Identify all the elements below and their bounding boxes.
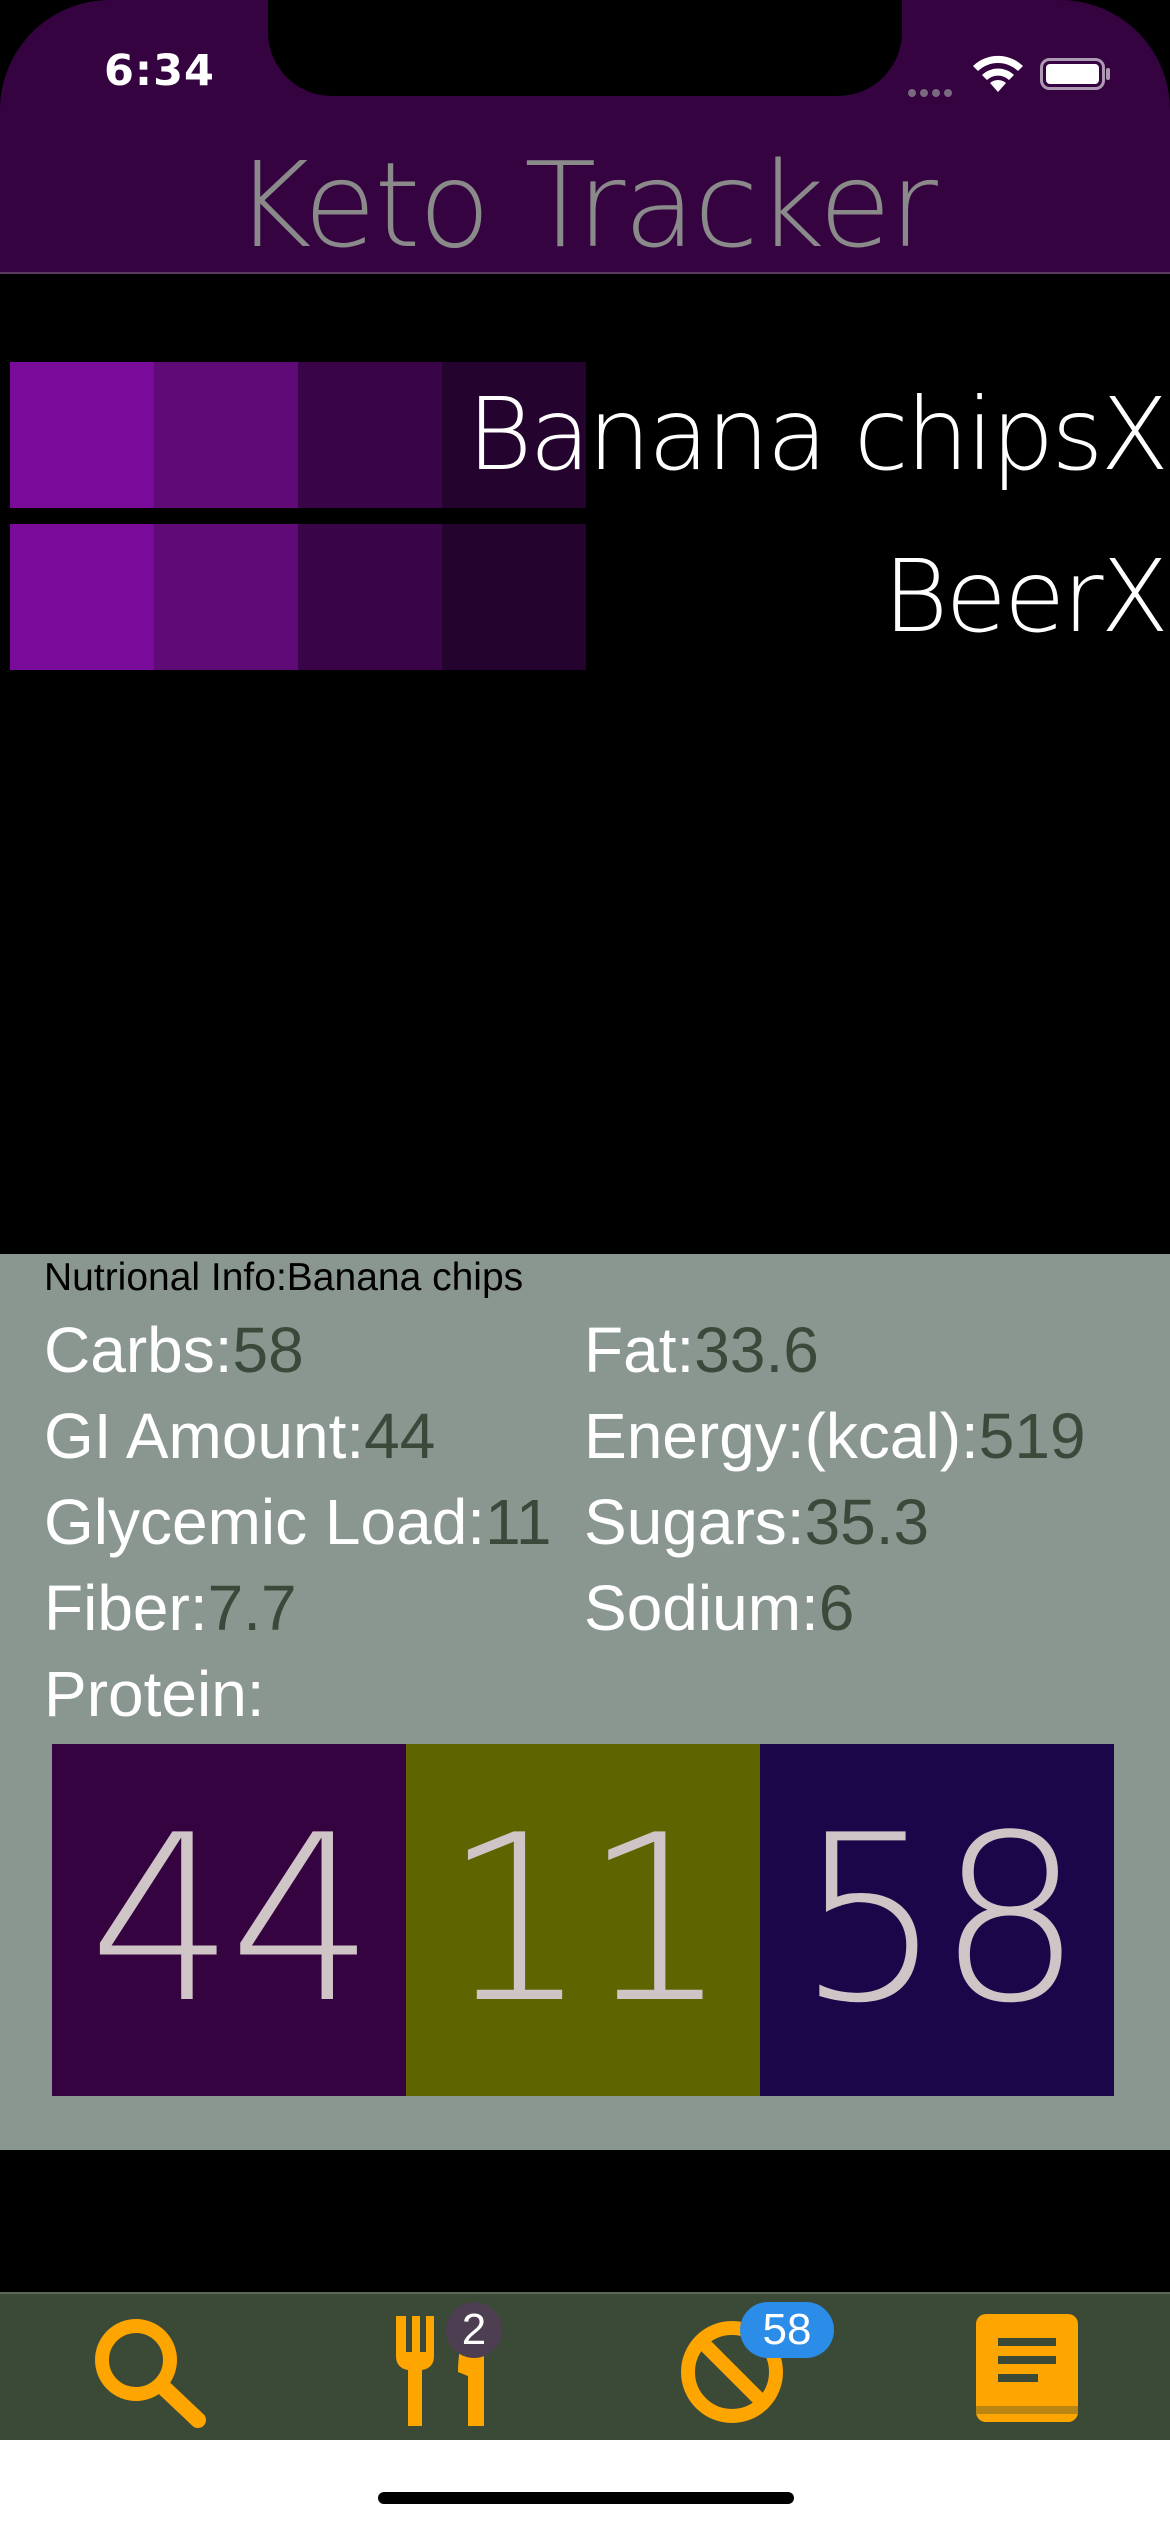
protein-label: Protein: [44,1658,265,1730]
food-name: Banana chips [466,376,1104,493]
food-swatches [10,524,586,670]
fiber-label: Fiber: [44,1572,208,1644]
sugars-label: Sugars: [584,1486,805,1558]
search-icon [95,2319,206,2428]
swatch [10,524,154,670]
food-row[interactable]: Banana chipsX [0,362,1170,510]
device-notch [268,0,902,96]
carbs-row: Carbs:58 [44,1318,304,1382]
gi-value: 44 [364,1400,436,1472]
summary-boxes: 44 11 58 [52,1744,1114,2096]
gl-row: Glycemic Load:11 [44,1490,552,1554]
swatch [442,524,586,670]
sodium-row: Sodium:6 [584,1576,854,1640]
tab-avoid[interactable]: 58 [668,2302,834,2432]
carbs-label: Carbs: [44,1314,233,1386]
gl-summary-box: 11 [406,1744,760,2096]
fat-value: 33.6 [694,1314,819,1386]
app-title: Keto Tracker [234,146,938,272]
book-icon [976,2314,1078,2422]
gl-label: Glycemic Load: [44,1486,486,1558]
sugars-value: 35.3 [804,1486,930,1558]
avoid-badge: 58 [740,2302,834,2358]
wifi-icon [970,52,1026,94]
home-indicator[interactable] [378,2492,794,2504]
food-row[interactable]: BeerX [0,524,1170,672]
fiber-row: Fiber:7.7 [44,1576,297,1640]
gi-label: GI Amount: [44,1400,365,1472]
food-name: Beer [882,538,1104,655]
swatch [154,524,298,670]
sodium-value: 6 [818,1572,855,1644]
swatch [154,362,298,508]
status-time: 6:34 [104,46,215,96]
energy-label: Energy:(kcal): [584,1400,979,1472]
nutrition-title: Nutrional Info:Banana chips [44,1256,524,1299]
sodium-label: Sodium: [584,1572,819,1644]
tab-meals[interactable]: 2 [374,2302,514,2432]
remove-food-button[interactable]: X [1100,538,1168,655]
home-area [0,2440,1170,2532]
swatch [298,362,442,508]
gl-value: 11 [485,1486,552,1558]
food-name-label[interactable]: Banana chipsX [467,380,1169,490]
gi-row: GI Amount:44 [44,1404,435,1468]
meals-badge: 2 [446,2302,502,2358]
fiber-value: 7.7 [207,1572,297,1644]
food-name-label[interactable]: BeerX [883,542,1169,652]
swatch [10,362,154,508]
energy-value: 519 [978,1400,1086,1472]
swatch [298,524,442,670]
carbs-value: 58 [232,1314,304,1386]
fat-row: Fat:33.6 [584,1318,819,1382]
tab-search[interactable] [78,2302,218,2432]
energy-row: Energy:(kcal):519 [584,1404,1086,1468]
fat-label: Fat: [584,1314,695,1386]
tab-book[interactable] [964,2302,1104,2432]
cellular-signal-icon [908,82,958,97]
sugars-row: Sugars:35.3 [584,1490,929,1554]
battery-icon [1040,58,1112,90]
gi-summary-box: 44 [52,1744,406,2096]
protein-row: Protein: [44,1662,265,1726]
carbs-summary-box: 58 [760,1744,1114,2096]
header-divider [0,272,1170,274]
remove-food-button[interactable]: X [1100,376,1168,493]
